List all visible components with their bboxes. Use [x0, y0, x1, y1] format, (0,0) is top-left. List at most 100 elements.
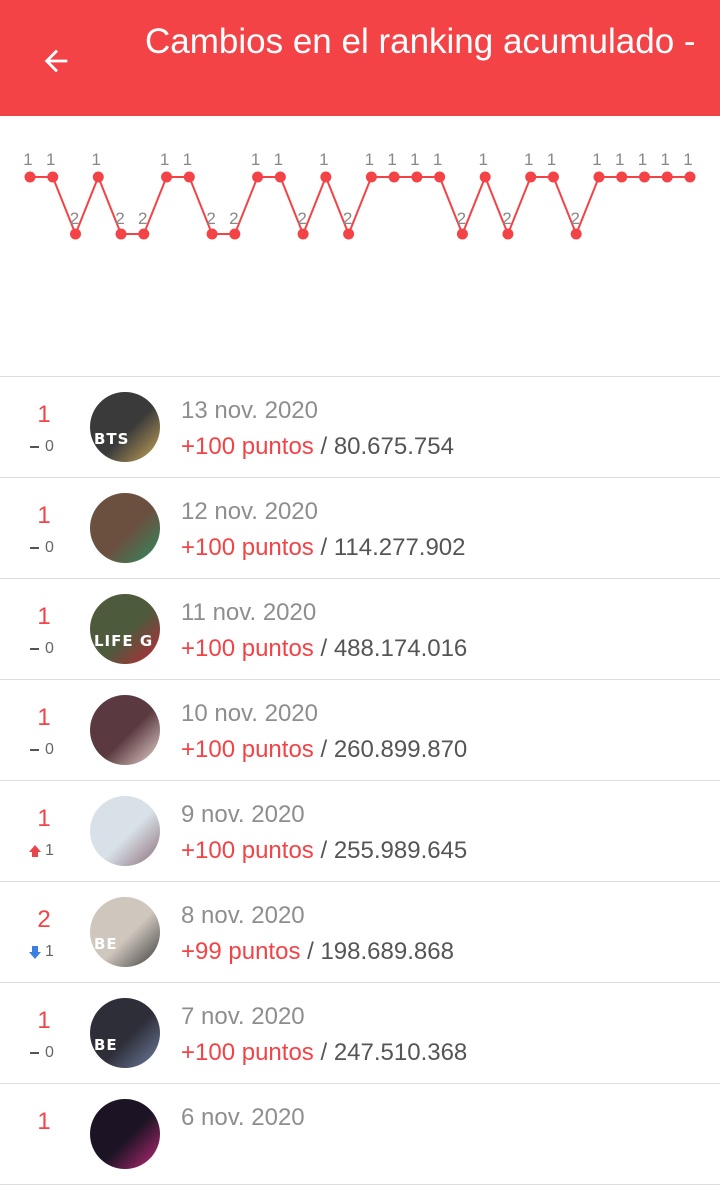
list-item[interactable]: 1 0 LIFE G 11 nov. 2020 +100 puntos / 488.17…	[0, 579, 720, 680]
list-item[interactable]: 1 0 BE 7 nov. 2020 +100 puntos / 247.510.368	[0, 983, 720, 1084]
points-line: +99 puntos / 198.689.868	[181, 938, 454, 966]
ranking-line-chart: 1 1212 21 12 21 12121 1 1 12121 121 1 1 1 1	[23, 150, 696, 240]
dash-icon	[28, 642, 42, 656]
points-gained: +100 puntos	[181, 837, 314, 864]
avatar-text: BTS	[94, 430, 130, 448]
data-point	[456, 228, 468, 240]
data-label: 1	[478, 150, 487, 169]
points-line: +100 puntos / 255.989.645	[181, 837, 467, 865]
points-line: +100 puntos / 260.899.870	[181, 736, 467, 764]
points-gained: +100 puntos	[181, 534, 314, 561]
rank-change-value: 0	[45, 741, 54, 758]
entry-date: 8 nov. 2020	[181, 902, 305, 929]
data-point	[297, 228, 309, 240]
dash-icon	[28, 541, 42, 555]
back-button[interactable]	[30, 36, 82, 86]
data-label: 1	[433, 150, 442, 169]
dash-icon	[28, 440, 42, 454]
data-point	[161, 171, 173, 183]
list-item[interactable]: 1 0 BTS 13 nov. 2020 +100 puntos / 80.675.75…	[0, 377, 720, 478]
data-label: 1	[683, 150, 692, 169]
separator: /	[313, 635, 334, 662]
rank-value: 1	[37, 1108, 51, 1135]
separator: /	[313, 433, 334, 460]
points-gained: +100 puntos	[181, 433, 314, 460]
data-point	[92, 171, 104, 183]
points-gained: +100 puntos	[181, 635, 314, 662]
data-label: 2	[138, 209, 147, 228]
rank-change: 0	[28, 741, 68, 759]
data-point	[138, 228, 150, 240]
rank-value: 1	[37, 401, 51, 428]
data-point	[525, 171, 537, 183]
rank-change: 1	[28, 943, 68, 961]
points-total: 198.689.868	[320, 938, 454, 965]
rank-change-value: 0	[45, 1044, 54, 1061]
points-gained: +100 puntos	[181, 736, 314, 763]
arrow-up-icon	[28, 844, 42, 858]
data-label: 2	[343, 209, 352, 228]
entry-date: 11 nov. 2020	[181, 599, 317, 626]
list-item[interactable]: 1 0 10 nov. 2020 +100 puntos / 260.899.870	[0, 680, 720, 781]
data-point	[684, 171, 696, 183]
data-label: 1	[251, 150, 260, 169]
data-label: 2	[70, 209, 79, 228]
avatar	[90, 493, 160, 563]
data-point	[570, 228, 582, 240]
ranking-chart: 112122112211212111121211211111	[0, 116, 720, 376]
data-point	[547, 171, 559, 183]
list-item[interactable]: 2 1 BE 8 nov. 2020 +99 puntos / 198.689.868	[0, 882, 720, 983]
ranking-list: 1 0 BTS 13 nov. 2020 +100 puntos / 80.675.75…	[0, 376, 720, 1185]
rank-change: 0	[28, 438, 68, 456]
rank-value: 2	[37, 906, 51, 933]
points-total: 114.277.902	[333, 534, 466, 561]
data-label: 2	[457, 209, 466, 228]
data-label: 2	[297, 209, 306, 228]
points-gained: +99 puntos	[181, 938, 301, 965]
data-label: 2	[229, 209, 238, 228]
rank-change-value: 1	[45, 943, 54, 960]
data-point	[206, 228, 218, 240]
rank-change-value: 0	[45, 539, 54, 556]
rank-change: 0	[28, 1044, 68, 1062]
separator: /	[313, 534, 334, 561]
data-label: 1	[183, 150, 192, 169]
data-point	[388, 171, 400, 183]
list-item[interactable]: 1 6 nov. 2020	[0, 1084, 720, 1185]
data-point	[661, 171, 673, 183]
data-point	[593, 171, 605, 183]
points-total: 488.174.016	[333, 635, 468, 662]
rank-value: 1	[37, 603, 51, 630]
points-line: +100 puntos / 114.277.902	[181, 534, 466, 562]
data-point	[479, 171, 491, 183]
data-point	[70, 228, 82, 240]
avatar: BE	[90, 998, 160, 1068]
data-point	[183, 171, 195, 183]
list-item[interactable]: 1 1 9 nov. 2020 +100 puntos / 255.989.645	[0, 781, 720, 882]
points-total: 255.989.645	[333, 837, 468, 864]
points-line: +100 puntos / 247.510.368	[181, 1039, 467, 1067]
data-label: 1	[274, 150, 283, 169]
data-point	[638, 171, 650, 183]
avatar	[90, 695, 160, 765]
entry-date: 9 nov. 2020	[181, 801, 305, 828]
data-label: 1	[592, 150, 601, 169]
separator: /	[313, 1039, 334, 1066]
series-line	[30, 174, 690, 237]
page-title: Cambios en el ranking acumulado -	[145, 22, 696, 61]
data-label: 1	[319, 150, 328, 169]
separator: /	[300, 938, 321, 965]
avatar-text: LIFE G	[94, 632, 154, 650]
rank-value: 1	[37, 704, 51, 731]
arrow-left-icon	[44, 49, 68, 73]
points-total: 80.675.754	[333, 433, 454, 460]
entry-date: 13 nov. 2020	[181, 397, 319, 424]
avatar: BE	[90, 897, 160, 967]
data-point	[24, 171, 36, 183]
list-item[interactable]: 1 0 12 nov. 2020 +100 puntos / 114.277.902	[0, 478, 720, 579]
avatar	[90, 796, 160, 866]
arrow-down-icon	[28, 945, 42, 959]
data-label: 1	[638, 150, 647, 169]
dash-icon	[28, 743, 42, 757]
data-point	[229, 228, 241, 240]
